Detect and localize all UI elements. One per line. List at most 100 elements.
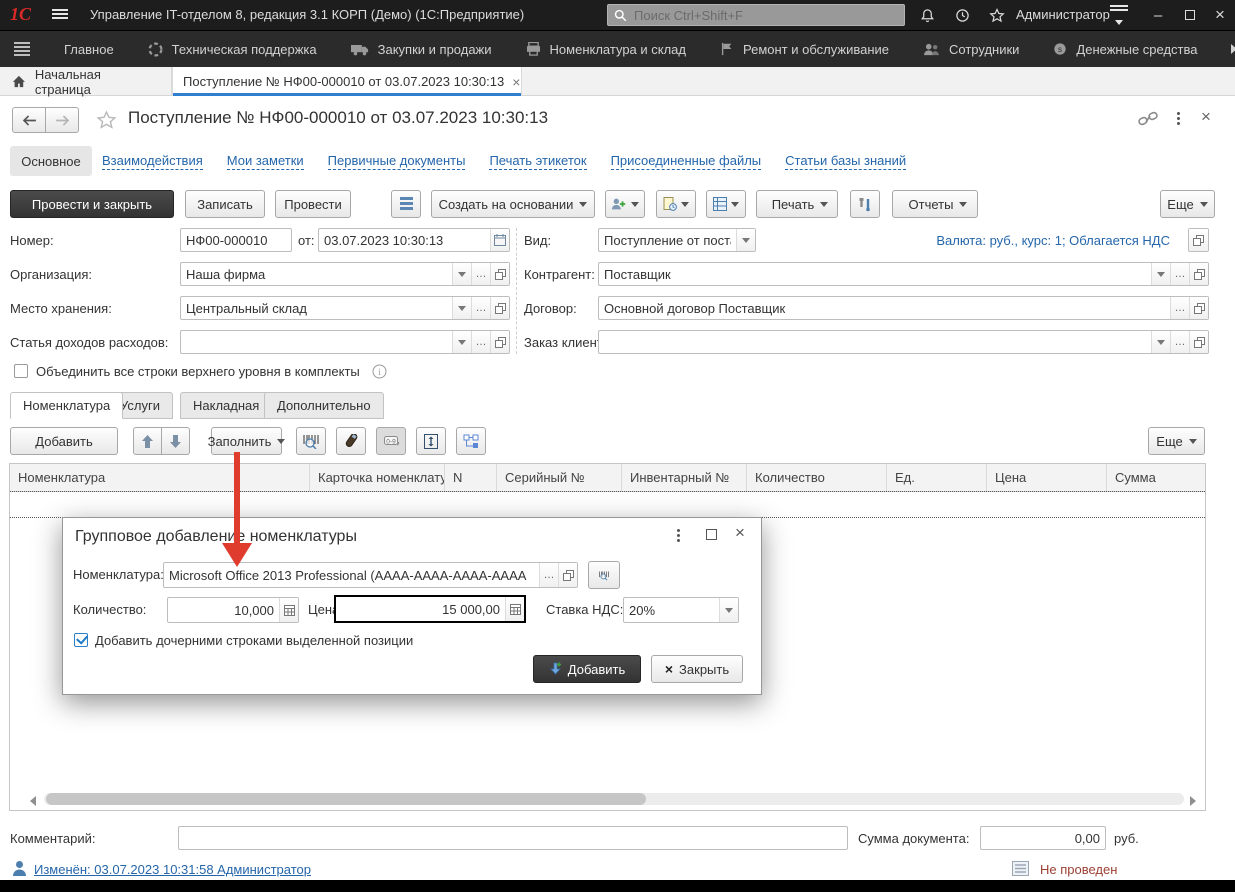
dialog-qty-field[interactable] [167, 597, 299, 623]
nav-link-labels-print[interactable]: Печать этикеток [489, 153, 586, 170]
dialog-close-icon[interactable]: × [735, 523, 745, 543]
dialog-vat-input[interactable] [624, 598, 719, 622]
open-icon[interactable] [1189, 297, 1208, 319]
sections-panel-icon[interactable] [14, 40, 30, 58]
dialog-add-button[interactable]: Добавить [533, 655, 641, 683]
dialog-close-button[interactable]: × Закрыть [651, 655, 743, 683]
column-header[interactable]: Цена [987, 464, 1107, 491]
number-input[interactable] [181, 229, 291, 251]
favorites-button[interactable] [985, 0, 1009, 30]
dialog-barcode-button[interactable] [588, 561, 620, 589]
document-register-button[interactable] [391, 190, 421, 218]
favorite-star-icon[interactable] [96, 110, 117, 130]
open-icon[interactable] [1189, 331, 1208, 353]
open-icon[interactable] [490, 263, 509, 285]
column-header[interactable]: Номенклатура [10, 464, 310, 491]
menu-overflow-arrow-icon[interactable] [1231, 44, 1235, 54]
post-button[interactable]: Провести [275, 190, 351, 218]
column-header[interactable]: Карточка номенклатуры [310, 464, 445, 491]
choose-button[interactable]: … [1170, 331, 1189, 353]
contragent-field[interactable]: … [598, 262, 1209, 286]
income-item-field[interactable]: … [180, 330, 510, 354]
post-and-close-button[interactable]: Провести и закрыть [10, 190, 174, 218]
open-icon[interactable] [490, 297, 509, 319]
modified-link[interactable]: Изменён: 03.07.2023 10:31:58 Администрат… [34, 862, 311, 877]
menu-item-employees[interactable]: Сотрудники [923, 42, 1019, 57]
doc-history-button[interactable] [656, 190, 696, 218]
dialog-price-input[interactable] [336, 597, 505, 621]
tab-nomenclature[interactable]: Номенклатура [10, 392, 123, 419]
date-input[interactable] [319, 229, 490, 251]
choose-button[interactable]: … [471, 263, 490, 285]
organization-input[interactable] [181, 263, 452, 285]
global-search[interactable] [607, 4, 905, 26]
combo-arrow-icon[interactable] [452, 331, 471, 353]
client-order-field[interactable]: … [598, 330, 1209, 354]
doc-total-field[interactable] [980, 826, 1106, 850]
fill-button[interactable]: Заполнить [211, 427, 282, 455]
print-button[interactable]: Печать [756, 190, 838, 218]
search-input[interactable] [632, 7, 898, 24]
minimize-button[interactable]: – [1146, 0, 1170, 30]
menu-item-main[interactable]: Главное [64, 42, 114, 57]
doc-total-input[interactable] [981, 827, 1105, 849]
expand-rows-button[interactable] [416, 427, 446, 455]
contragent-input[interactable] [599, 263, 1151, 285]
nav-forward-button[interactable] [45, 107, 79, 133]
menu-item-money[interactable]: s Денежные средства [1053, 42, 1197, 57]
service-menu-button[interactable] [1106, 0, 1132, 30]
close-window-button[interactable]: × [1208, 0, 1232, 30]
open-icon[interactable] [1189, 263, 1208, 285]
numbering-button[interactable]: 0-9 [376, 427, 406, 455]
combo-arrow-icon[interactable] [452, 263, 471, 285]
combine-rows-checkbox[interactable] [14, 364, 28, 378]
open-icon[interactable] [558, 563, 577, 587]
nav-back-button[interactable] [12, 107, 46, 133]
nav-tab-main[interactable]: Основное [10, 146, 92, 176]
move-up-button[interactable] [133, 427, 162, 455]
comment-input[interactable] [179, 827, 847, 849]
table-more-button[interactable]: Еще [1148, 427, 1205, 455]
column-header[interactable]: Ед. [887, 464, 987, 491]
combo-arrow-icon[interactable] [1151, 331, 1170, 353]
combo-arrow-icon[interactable] [719, 598, 738, 622]
dialog-qty-input[interactable] [168, 598, 279, 622]
move-down-button[interactable] [161, 427, 190, 455]
currency-open-button[interactable] [1188, 228, 1209, 252]
column-header[interactable]: Инвентарный № [622, 464, 747, 491]
menu-item-repair[interactable]: Ремонт и обслуживание [720, 42, 889, 57]
date-field[interactable] [318, 228, 510, 252]
choose-button[interactable]: … [1170, 297, 1189, 319]
nav-link-primary-docs[interactable]: Первичные документы [328, 153, 466, 170]
form-close-icon[interactable]: × [1201, 107, 1211, 127]
doc-structure-button[interactable] [706, 190, 746, 218]
column-header[interactable]: Серийный № [497, 464, 622, 491]
scroll-right-arrow-icon[interactable] [1190, 796, 1196, 806]
dialog-more-icon[interactable] [677, 529, 680, 542]
organization-field[interactable]: … [180, 262, 510, 286]
income-item-input[interactable] [181, 331, 452, 353]
currency-link[interactable]: Валюта: руб., курс: 1; Облагается НДС [928, 233, 1170, 248]
info-icon[interactable]: i [372, 364, 387, 379]
scanner-button[interactable] [336, 427, 366, 455]
dialog-child-rows-checkbox[interactable] [74, 633, 88, 647]
change-params-button[interactable] [850, 190, 880, 218]
horizontal-scrollbar[interactable] [44, 793, 1184, 805]
storage-field[interactable]: … [180, 296, 510, 320]
tab-home[interactable]: Начальная страница [0, 67, 172, 96]
form-more-button[interactable]: Еще [1160, 190, 1215, 218]
history-button[interactable] [950, 0, 974, 30]
menu-item-purchases[interactable]: Закупки и продажи [351, 42, 492, 57]
get-link-icon[interactable] [1138, 111, 1158, 127]
comment-field[interactable] [178, 826, 848, 850]
menu-item-support[interactable]: Техническая поддержка [148, 42, 317, 57]
storage-input[interactable] [181, 297, 452, 319]
create-based-on-button[interactable]: Создать на основании [431, 190, 595, 218]
open-icon[interactable] [490, 331, 509, 353]
form-more-icon[interactable] [1177, 112, 1180, 125]
choose-button[interactable]: … [1170, 263, 1189, 285]
empty-table-row[interactable] [10, 491, 1205, 518]
contract-field[interactable]: … [598, 296, 1209, 320]
calculator-icon[interactable] [505, 597, 524, 621]
combo-arrow-icon[interactable] [452, 297, 471, 319]
